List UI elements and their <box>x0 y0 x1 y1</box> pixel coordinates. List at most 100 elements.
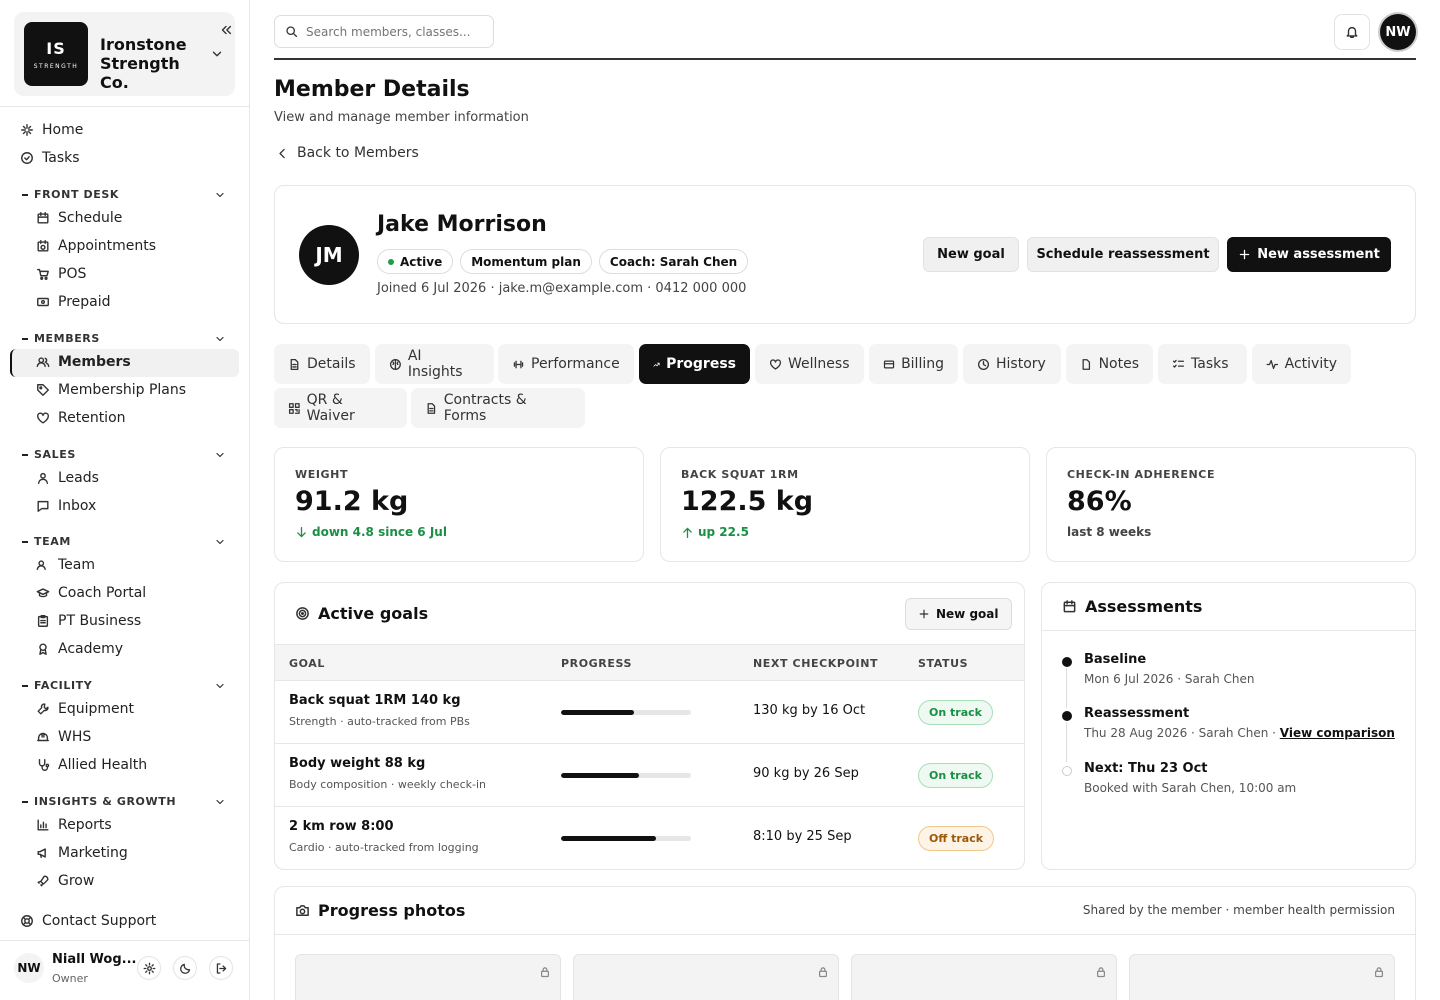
section-facility[interactable]: FACILITY <box>22 679 226 692</box>
ticket-icon <box>37 297 49 307</box>
sidebar-item-marketing[interactable]: Marketing <box>36 840 128 866</box>
sidebar-item-inbox[interactable]: Inbox <box>36 493 96 519</box>
sidebar-item-pt-business[interactable]: PT Business <box>36 608 141 634</box>
search-input[interactable] <box>306 24 476 39</box>
sidebar-item-label: Prepaid <box>58 294 111 310</box>
assessment-item[interactable]: Next: Thu 23 Oct Booked with Sarah Chen,… <box>1062 761 1402 801</box>
assessment-title: Reassessment <box>1084 706 1190 721</box>
settings-button[interactable] <box>137 956 161 980</box>
sidebar-item-contact-support[interactable]: Contact Support <box>20 908 156 934</box>
tab-activity[interactable]: Activity <box>1252 344 1351 384</box>
sidebar-item-prepaid[interactable]: Prepaid <box>36 289 111 315</box>
tab-history[interactable]: History <box>963 344 1061 384</box>
schedule-reassessment-button[interactable]: Schedule reassessment <box>1027 237 1219 272</box>
photo-placeholder[interactable] <box>851 954 1117 1000</box>
chevron-down-icon <box>216 799 224 804</box>
sidebar-item-home[interactable]: Home <box>20 117 83 143</box>
tab-progress[interactable]: Progress <box>639 344 750 384</box>
sidebar-item-academy[interactable]: Academy <box>36 636 123 662</box>
brain-icon <box>389 358 401 370</box>
section-insights-growth[interactable]: INSIGHTS & GROWTH <box>22 795 226 808</box>
sidebar-item-coach-portal[interactable]: Coach Portal <box>36 580 146 606</box>
page-title: Member Details <box>274 77 470 102</box>
section-front-desk[interactable]: FRONT DESK <box>22 188 226 201</box>
sidebar-item-pos[interactable]: POS <box>36 261 86 287</box>
goal-checkpoint: 8:10 by 25 Sep <box>753 829 852 844</box>
table-row[interactable]: Back squat 1RM 140 kg Strength · auto-tr… <box>275 681 1024 744</box>
tab-ai-insights[interactable]: AI Insights <box>375 344 494 384</box>
card-title-text: Active goals <box>318 604 429 623</box>
org-switcher[interactable]: IS STRENGTH Ironstone Strength Co. <box>14 12 235 96</box>
sidebar-item-allied-health[interactable]: Allied Health <box>36 752 147 778</box>
tab-qr-waiver[interactable]: QR & Waiver <box>274 388 407 428</box>
assessment-item[interactable]: Baseline Mon 6 Jul 2026 · Sarah Chen <box>1062 652 1402 708</box>
sidebar-item-membership-plans[interactable]: Membership Plans <box>36 377 186 403</box>
header-divider <box>274 58 1416 60</box>
tab-wellness[interactable]: Wellness <box>755 344 864 384</box>
sidebar-item-appointments[interactable]: Appointments <box>36 233 156 259</box>
table-row[interactable]: 2 km row 8:00 Cardio · auto-tracked from… <box>275 807 1024 869</box>
table-row[interactable]: Body weight 88 kg Body composition · wee… <box>275 744 1024 807</box>
stat-value: 122.5 kg <box>681 486 814 517</box>
sidebar-item-grow[interactable]: Grow <box>36 868 94 894</box>
stat-card-weight: WEIGHT 91.2 kg down 4.8 since 6 Jul <box>274 447 644 562</box>
gear-icon <box>143 962 155 974</box>
sidebar-item-equipment[interactable]: Equipment <box>36 696 134 722</box>
tab-tasks[interactable]: Tasks <box>1158 344 1247 384</box>
sidebar: IS STRENGTH Ironstone Strength Co. Home … <box>0 0 250 1000</box>
theme-toggle-button[interactable] <box>173 956 197 980</box>
sidebar-item-label: Allied Health <box>58 757 148 773</box>
sidebar-item-reports[interactable]: Reports <box>36 812 112 838</box>
clipboard-icon <box>37 615 49 627</box>
sidebar-item-members[interactable]: Members <box>36 349 131 375</box>
assessment-subtitle-text: Thu 28 Aug 2026 · Sarah Chen · <box>1084 726 1280 740</box>
section-sales[interactable]: SALES <box>22 448 226 461</box>
goal-name: Back squat 1RM 140 kg <box>289 693 461 708</box>
assessment-item[interactable]: Reassessment Thu 28 Aug 2026 · Sarah Che… <box>1062 706 1402 762</box>
member-avatar: JM <box>299 225 359 285</box>
status-dot <box>388 258 394 265</box>
sidebar-item-retention[interactable]: Retention <box>36 405 126 431</box>
tab-label: QR & Waiver <box>306 392 355 424</box>
new-goal-button[interactable]: New goal <box>923 237 1019 272</box>
collapse-sidebar-icon[interactable] <box>219 23 233 37</box>
assessments-card: Assessments Baseline Mon 6 Jul 2026 · Sa… <box>1041 582 1416 870</box>
tab-performance[interactable]: Performance <box>498 344 634 384</box>
photo-placeholder[interactable] <box>1129 954 1395 1000</box>
search-box[interactable] <box>274 15 494 48</box>
tab-contracts-forms[interactable]: Contracts & Forms <box>411 388 585 428</box>
sidebar-item-label: Reports <box>58 817 112 833</box>
sidebar-item-leads[interactable]: Leads <box>36 465 99 491</box>
sidebar-item-tasks[interactable]: Tasks <box>20 145 80 171</box>
back-link[interactable]: Back to Members <box>276 145 419 161</box>
trending-up-icon <box>653 362 660 367</box>
wrench-icon <box>37 703 49 715</box>
tab-details[interactable]: Details <box>274 344 370 384</box>
user-avatar-button[interactable]: NW <box>1380 14 1416 50</box>
column-header-next-checkpoint: NEXT CHECKPOINT <box>753 657 879 670</box>
assessment-title: Baseline <box>1084 652 1147 667</box>
lock-icon <box>1097 967 1105 978</box>
photo-placeholder[interactable] <box>295 954 561 1000</box>
sidebar-item-whs[interactable]: WHS <box>36 724 91 750</box>
sidebar-item-label: Schedule <box>58 210 123 226</box>
users-icon <box>36 560 46 571</box>
view-comparison-link[interactable]: View comparison <box>1280 726 1395 740</box>
member-meta: Joined 6 Jul 2026 · jake.m@example.com ·… <box>377 281 747 296</box>
sidebar-item-team[interactable]: Team <box>36 552 95 578</box>
tag-icon <box>37 384 49 396</box>
card-divider <box>1042 630 1415 631</box>
tab-billing[interactable]: Billing <box>869 344 958 384</box>
tab-notes[interactable]: Notes <box>1066 344 1153 384</box>
sidebar-item-label: Equipment <box>58 701 134 717</box>
tab-label: AI Insights <box>407 348 463 380</box>
notifications-button[interactable] <box>1334 14 1370 50</box>
section-team[interactable]: TEAM <box>22 535 226 548</box>
file-icon <box>290 358 299 370</box>
section-members[interactable]: MEMBERS <box>22 332 226 345</box>
photo-placeholder[interactable] <box>573 954 839 1000</box>
goals-new-goal-button[interactable]: New goal <box>905 598 1012 630</box>
sidebar-item-schedule[interactable]: Schedule <box>36 205 122 231</box>
logout-button[interactable] <box>209 956 233 980</box>
new-assessment-button[interactable]: New assessment <box>1227 237 1391 272</box>
